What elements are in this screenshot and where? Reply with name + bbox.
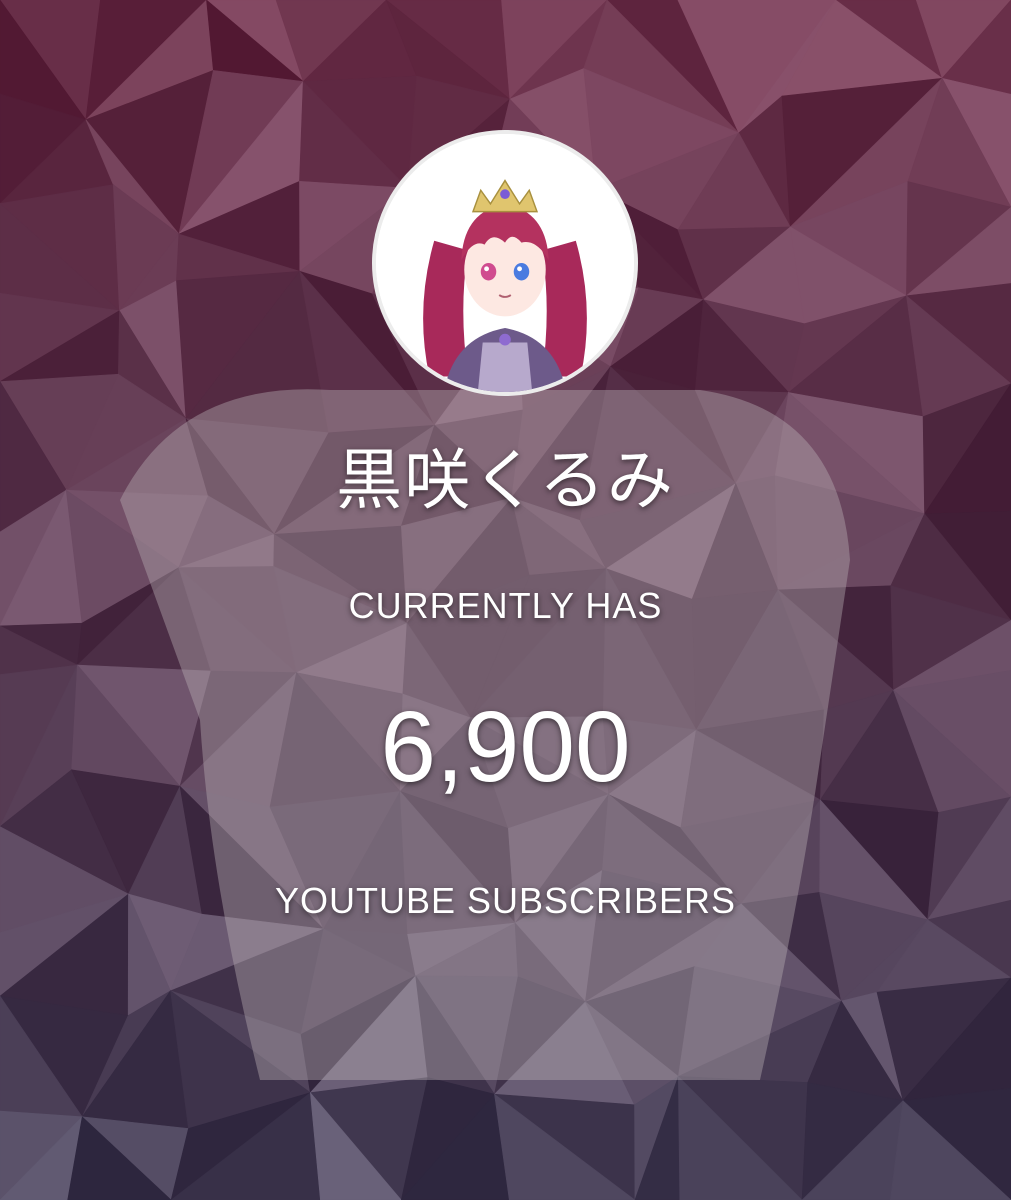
youtube-subscribers-label: YOUTUBE SUBSCRIBERS bbox=[274, 880, 737, 921]
subscriber-count: 6,900 bbox=[380, 691, 631, 803]
channel-avatar bbox=[372, 130, 638, 396]
channel-name: 黒咲くるみ bbox=[336, 442, 675, 519]
currently-has-label: CURRENTLY HAS bbox=[348, 585, 663, 626]
